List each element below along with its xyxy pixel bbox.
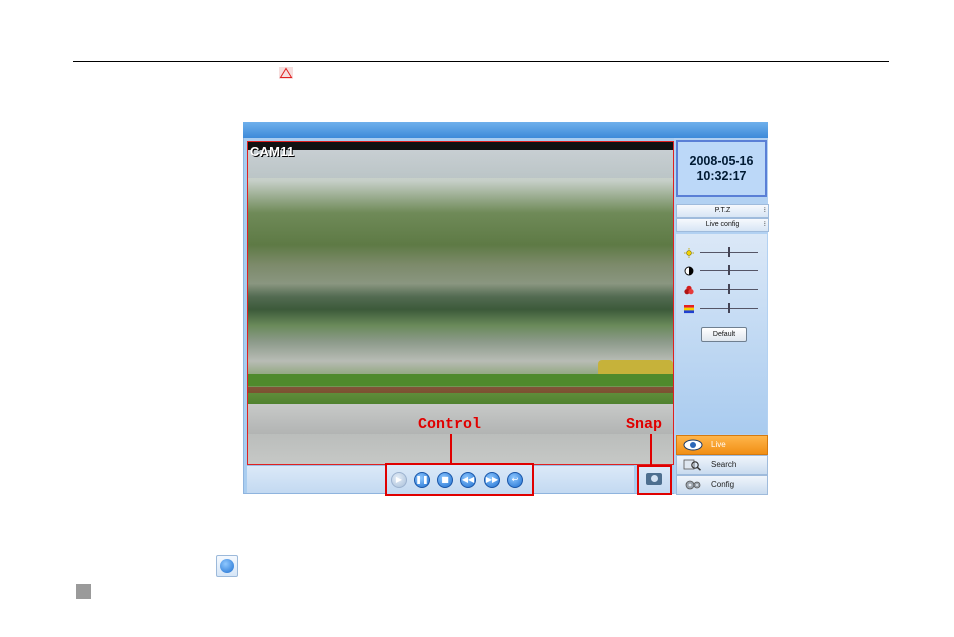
brightness-slider[interactable] [684,247,764,259]
note-square-icon [76,584,91,599]
nav-search-label: Search [711,460,737,469]
hue-icon [684,305,694,314]
contrast-slider[interactable] [684,265,764,277]
camera-label: CAM11 [250,144,295,159]
nav-config-label: Config [711,480,735,489]
contrast-icon [684,266,694,276]
contrast-knob[interactable] [728,265,730,275]
fast-forward-button[interactable]: ▶▶ [484,472,500,488]
snap-annotation: Snap [626,416,663,433]
camera-icon [646,473,662,485]
tab-live-config-label: Live config [705,221,740,228]
video-top-bar [248,142,673,150]
gear-icon [685,480,701,490]
video-lawn [248,374,673,386]
warning-icon [279,67,293,79]
nav-live-button[interactable]: Live [676,435,768,455]
stop-button[interactable]: ■ [437,472,453,488]
search-icon [683,459,701,471]
date-text: 2008-05-16 [689,154,754,168]
tab-live-config-menu-icon: ⁝ [763,221,766,228]
exit-icon [216,555,238,577]
brightness-icon [684,248,694,258]
title-bar [243,122,768,138]
snap-annotation-line [650,434,652,466]
control-annotation-line [450,434,452,464]
tab-live-config[interactable]: Live config ⁝ [676,218,769,232]
eye-icon [683,439,703,451]
tab-ptz-label: P.T.Z [714,207,731,214]
exit-button[interactable]: ↩ [507,472,523,488]
playback-controls: ▶ ❚❚ ■ ◀◀ ▶▶ ↩ [385,463,534,496]
hue-knob[interactable] [728,303,730,313]
tab-ptz[interactable]: P.T.Z ⁝ [676,204,769,218]
side-panel: 2008-05-16 10:32:17 P.T.Z ⁝ Live config … [674,138,769,495]
hue-slider[interactable] [684,303,764,315]
default-button[interactable]: Default [701,327,747,342]
play-button[interactable]: ▶ [391,472,407,488]
time-text: 10:32:17 [696,169,747,183]
top-rule [73,61,889,62]
video-curb [248,387,673,393]
control-annotation: Control [418,416,482,433]
nav-search-button[interactable]: Search [676,455,768,475]
tab-ptz-menu-icon: ⁝ [763,207,766,214]
image-settings-panel: Default [676,234,767,434]
snap-button[interactable] [637,465,672,495]
nav-live-label: Live [711,440,726,449]
brightness-knob[interactable] [728,247,730,257]
rewind-button[interactable]: ◀◀ [460,472,476,488]
saturation-knob[interactable] [728,284,730,294]
dvr-client-window: CAM11 Control Snap ▶ ❚❚ ■ ◀◀ ▶▶ ↩ 2008-0… [243,122,769,496]
saturation-icon [684,285,694,295]
datetime-display: 2008-05-16 10:32:17 [676,140,767,197]
nav-config-button[interactable]: Config [676,475,768,495]
pause-button[interactable]: ❚❚ [414,472,430,488]
saturation-slider[interactable] [684,284,764,296]
